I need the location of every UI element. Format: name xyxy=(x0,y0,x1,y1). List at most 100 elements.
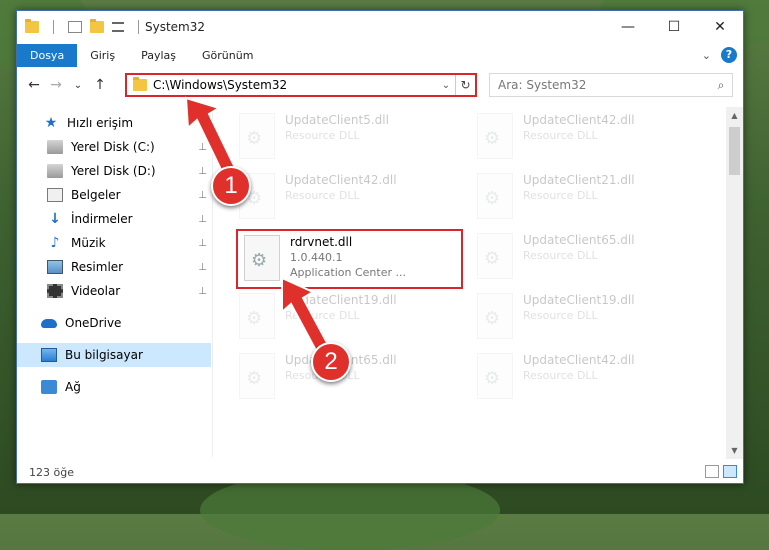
sidebar-item-label: Resimler xyxy=(71,260,124,274)
sidebar-item-this-pc[interactable]: Bu bilgisayar xyxy=(17,343,211,367)
music-icon: ♪ xyxy=(50,235,60,251)
file-item[interactable]: UpdateClient19.dll Resource DLL xyxy=(221,289,441,349)
file-type: Resource DLL xyxy=(285,129,360,142)
dll-file-icon xyxy=(239,293,275,339)
item-count: 123 öğe xyxy=(29,465,74,479)
sidebar-item-pictures[interactable]: Resimler ⊥ xyxy=(17,255,211,279)
tab-file[interactable]: Dosya xyxy=(17,44,78,67)
vertical-scrollbar[interactable]: ▲ ▼ xyxy=(726,107,743,459)
pin-icon[interactable]: ⊥ xyxy=(198,286,207,297)
chevron-down-icon[interactable]: ⌄ xyxy=(437,80,455,91)
dll-file-icon xyxy=(477,113,513,159)
details-view-button[interactable] xyxy=(705,465,719,478)
file-type: Resource DLL xyxy=(285,189,360,202)
new-folder-icon[interactable] xyxy=(90,19,104,33)
dll-file-icon xyxy=(477,353,513,399)
explorer-window: System32 — ☐ ✕ Dosya Giriş Paylaş Görünü… xyxy=(16,10,744,484)
title-bar: System32 — ☐ ✕ xyxy=(17,11,743,43)
sidebar-item-label: Ağ xyxy=(65,380,81,394)
file-name: UpdateClient5.dll xyxy=(285,113,389,127)
sidebar-item-music[interactable]: ♪ Müzik ⊥ xyxy=(17,231,211,255)
pin-icon[interactable]: ⊥ xyxy=(198,190,207,201)
quick-access-toolbar xyxy=(17,19,145,34)
dll-file-icon xyxy=(477,293,513,339)
minimize-button[interactable]: — xyxy=(605,11,651,43)
sidebar-item-label: Hızlı erişim xyxy=(67,116,134,130)
forward-button[interactable]: → xyxy=(45,77,67,93)
file-list: UpdateClient5.dll Resource DLL UpdateClie… xyxy=(221,107,726,457)
sidebar-item-downloads[interactable]: ↓ İndirmeler ⊥ xyxy=(17,207,211,231)
dll-file-icon xyxy=(244,235,280,281)
sidebar-item-documents[interactable]: Belgeler ⊥ xyxy=(17,183,211,207)
sidebar-item-label: Videolar xyxy=(71,284,121,298)
sidebar-item-onedrive[interactable]: OneDrive xyxy=(17,311,211,335)
window-title: System32 xyxy=(145,20,206,34)
pin-icon[interactable]: ⊥ xyxy=(198,238,207,249)
file-item[interactable]: UpdateClient42.dll Resource DLL xyxy=(221,169,441,229)
scroll-down-button[interactable]: ▼ xyxy=(726,442,743,459)
file-item[interactable]: UpdateClient42.dll Resource DLL xyxy=(459,109,679,169)
sidebar-item-quick-access[interactable]: ★ Hızlı erişim xyxy=(17,111,211,135)
properties-icon[interactable] xyxy=(68,21,82,33)
pin-icon[interactable]: ⊥ xyxy=(198,214,207,225)
expand-ribbon-icon[interactable]: ⌄ xyxy=(702,49,711,62)
file-name: UpdateClient21.dll xyxy=(523,173,635,187)
file-type: Resource DLL xyxy=(285,309,360,322)
file-description: Application Center ... xyxy=(290,266,406,279)
folder-icon xyxy=(133,77,147,91)
file-type: Resource DLL xyxy=(523,309,598,322)
large-icons-view-button[interactable] xyxy=(723,465,737,478)
file-item[interactable]: UpdateClient19.dll Resource DLL xyxy=(459,289,679,349)
file-item[interactable]: UpdateClient42.dll Resource DLL xyxy=(459,349,679,409)
sidebar-item-local-disk-c[interactable]: Yerel Disk (C:) ⊥ xyxy=(17,135,211,159)
up-button[interactable]: ↑ xyxy=(89,77,111,93)
help-icon[interactable]: ? xyxy=(721,47,737,63)
refresh-button[interactable]: ↻ xyxy=(455,75,475,95)
file-name: UpdateClient42.dll xyxy=(523,353,635,367)
step-1-badge: 1 xyxy=(211,166,251,206)
maximize-button[interactable]: ☐ xyxy=(651,11,697,43)
customize-toolbar-icon[interactable] xyxy=(112,22,124,32)
drive-icon xyxy=(47,140,63,154)
search-box[interactable]: Ara: System32 ⌕ xyxy=(489,73,733,97)
close-button[interactable]: ✕ xyxy=(697,11,743,43)
file-name: UpdateClient65.dll xyxy=(523,233,635,247)
file-name: UpdateClient42.dll xyxy=(285,173,397,187)
search-input[interactable]: Ara: System32 xyxy=(498,78,710,92)
scroll-thumb[interactable] xyxy=(729,127,740,175)
pin-icon[interactable]: ⊥ xyxy=(198,262,207,273)
scroll-up-button[interactable]: ▲ xyxy=(726,107,743,124)
address-path[interactable]: C:\Windows\System32 xyxy=(153,78,437,92)
sidebar-item-label: Bu bilgisayar xyxy=(65,348,143,362)
file-type: Resource DLL xyxy=(523,129,598,142)
pin-icon[interactable]: ⊥ xyxy=(198,166,207,177)
file-item-rdrvnet[interactable]: rdrvnet.dll 1.0.440.1 Application Center .… xyxy=(236,229,463,289)
file-name: UpdateClient19.dll xyxy=(285,293,397,307)
step-2-badge: 2 xyxy=(311,342,351,382)
sidebar-item-network[interactable]: Ağ xyxy=(17,375,211,399)
recent-locations-button[interactable]: ⌄ xyxy=(67,80,89,91)
tab-share[interactable]: Paylaş xyxy=(128,44,189,67)
dll-file-icon xyxy=(239,353,275,399)
sidebar-item-label: İndirmeler xyxy=(71,212,133,226)
file-type: Resource DLL xyxy=(523,249,598,262)
file-item[interactable]: UpdateClient65.dll Resource DLL xyxy=(459,229,679,289)
file-item[interactable]: UpdateClient5.dll Resource DLL xyxy=(221,109,441,169)
sidebar-item-local-disk-d[interactable]: Yerel Disk (D:) ⊥ xyxy=(17,159,211,183)
navigation-bar: ← → ⌄ ↑ C:\Windows\System32 ⌄ ↻ Ara: Sys… xyxy=(17,71,743,99)
divider xyxy=(138,20,139,34)
tab-home[interactable]: Giriş xyxy=(77,44,128,67)
divider xyxy=(53,20,54,34)
sidebar-item-videos[interactable]: Videolar ⊥ xyxy=(17,279,211,303)
downloads-icon: ↓ xyxy=(49,211,61,227)
back-button[interactable]: ← xyxy=(23,77,45,93)
file-item[interactable]: UpdateClient21.dll Resource DLL xyxy=(459,169,679,229)
sidebar-item-label: Yerel Disk (D:) xyxy=(71,164,156,178)
tab-view[interactable]: Görünüm xyxy=(189,44,266,67)
folder-icon xyxy=(25,19,39,33)
dll-file-icon xyxy=(239,113,275,159)
address-bar[interactable]: C:\Windows\System32 ⌄ ↻ xyxy=(125,73,477,97)
search-icon[interactable]: ⌕ xyxy=(710,78,732,93)
pc-icon xyxy=(41,348,57,362)
pin-icon[interactable]: ⊥ xyxy=(198,142,207,153)
